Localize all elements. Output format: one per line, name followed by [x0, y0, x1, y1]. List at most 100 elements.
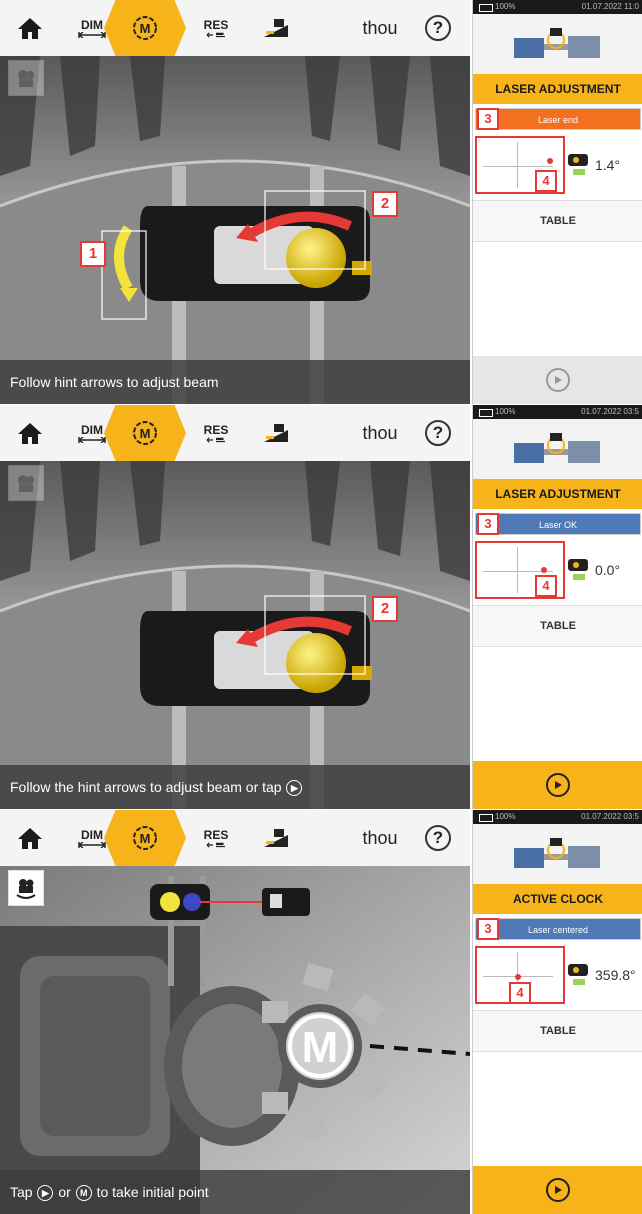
machine-thumbnail[interactable]: [473, 14, 642, 74]
sensor-inclinometer-icon: [568, 964, 588, 985]
help-icon: ?: [425, 15, 451, 41]
camera-view-icon: [18, 70, 34, 87]
next-button[interactable]: [473, 356, 642, 404]
right-panel: 100% 01.07.2022 03:5 LASER ADJUSTMENT La…: [472, 405, 642, 809]
measure-button[interactable]: M: [104, 0, 186, 56]
angle-value: 359.8°: [595, 967, 636, 983]
screen-active-clock: DIM M RES thou ? M Tap ▶ or M to take in…: [0, 810, 642, 1214]
home-icon: [18, 18, 42, 39]
machine-button[interactable]: [250, 810, 302, 866]
battery-level: 100%: [495, 407, 516, 416]
target-crosshair-v: [517, 547, 518, 593]
view-toggle-button[interactable]: [8, 870, 44, 906]
results-button[interactable]: RES: [192, 0, 240, 56]
dimension-arrows-icon: [78, 31, 106, 38]
status-bar: 100% 01.07.2022 03:5: [473, 405, 642, 419]
callout-badge: 3: [477, 108, 499, 130]
callout-badge: 1: [80, 241, 106, 267]
target-crosshair-h: [483, 166, 553, 167]
results-button[interactable]: RES: [192, 810, 240, 866]
home-button[interactable]: [6, 810, 54, 866]
measure-button[interactable]: M: [104, 405, 186, 461]
home-button[interactable]: [6, 405, 54, 461]
machine-thumbnail[interactable]: [473, 419, 642, 479]
dimension-arrows-icon: [78, 841, 106, 848]
results-arrows-icon: [206, 31, 225, 38]
table-button[interactable]: TABLE: [473, 1010, 642, 1052]
battery-level: 100%: [495, 2, 516, 11]
help-button[interactable]: ?: [418, 0, 458, 56]
svg-text:M: M: [140, 426, 151, 441]
callout-badge: 3: [477, 918, 499, 940]
screen-laser-ok: DIM M RES thou ? 2 Follow the hint arrow…: [0, 405, 642, 809]
callout-badge: 4: [535, 170, 557, 192]
svg-text:M: M: [140, 21, 151, 36]
camera-view-icon: [18, 475, 34, 492]
hint-suffix: to take initial point: [96, 1184, 209, 1200]
results-arrows-icon: [206, 841, 225, 848]
machine-train-icon: [514, 433, 600, 463]
unit-selector[interactable]: thou: [352, 0, 408, 56]
machine-button[interactable]: [250, 405, 302, 461]
screen-laser-end: DIM M RES thou ? 1 2 Follow hint arrows …: [0, 0, 642, 404]
hint-prefix: Tap: [10, 1184, 33, 1200]
panel-title: LASER ADJUSTMENT: [473, 479, 642, 509]
measure-button[interactable]: M: [104, 810, 186, 866]
home-button[interactable]: [6, 0, 54, 56]
angle-value: 1.4°: [595, 157, 621, 173]
next-button[interactable]: [473, 1166, 642, 1214]
top-toolbar: DIM M RES thou ?: [0, 0, 470, 56]
top-toolbar: DIM M RES thou ?: [0, 810, 470, 866]
play-icon: [546, 368, 570, 392]
unit-selector[interactable]: thou: [352, 810, 408, 866]
machine-scene-view[interactable]: M Tap ▶ or M to take initial point: [0, 866, 470, 1214]
measure-m-icon: M: [133, 16, 157, 40]
svg-text:M: M: [140, 831, 151, 846]
dim-label: DIM: [81, 422, 103, 437]
play-icon: [546, 1178, 570, 1202]
help-button[interactable]: ?: [418, 810, 458, 866]
play-hint-icon: ▶: [37, 1185, 54, 1202]
table-button[interactable]: TABLE: [473, 605, 642, 647]
results-button[interactable]: RES: [192, 405, 240, 461]
machine-train-icon: [514, 838, 600, 868]
laser-scene-view[interactable]: 1 2 Follow hint arrows to adjust beam: [0, 56, 470, 404]
hint-bar: Tap ▶ or M to take initial point: [0, 1170, 470, 1214]
help-button[interactable]: ?: [418, 405, 458, 461]
battery-icon: [479, 409, 493, 417]
laser-target-display: 4: [475, 541, 565, 599]
dimension-arrows-icon: [78, 436, 106, 443]
unit-selector[interactable]: thou: [352, 405, 408, 461]
laser-state-label: Laser centered: [475, 918, 641, 940]
machine-train-icon: [514, 28, 600, 58]
res-label: RES: [203, 422, 229, 437]
home-icon: [18, 828, 42, 849]
callout-badge: 4: [509, 982, 531, 1004]
camera-rotate-icon: [16, 879, 36, 899]
laser-state-label: Laser end: [475, 108, 641, 130]
laser-scene-view[interactable]: 2 Follow the hint arrows to adjust beam …: [0, 461, 470, 809]
panel-title: LASER ADJUSTMENT: [473, 74, 642, 104]
machine-button[interactable]: [250, 0, 302, 56]
callout-badge: 2: [372, 596, 398, 622]
next-button[interactable]: [473, 761, 642, 809]
view-toggle-button[interactable]: [8, 465, 44, 501]
res-label: RES: [203, 827, 229, 842]
status-datetime: 01.07.2022 03:5: [581, 812, 639, 821]
machine-thumbnail[interactable]: [473, 824, 642, 884]
right-panel: 100% 01.07.2022 11:0 LASER ADJUSTMENT La…: [472, 0, 642, 404]
right-panel: 100% 01.07.2022 03:5 ACTIVE CLOCK Laser …: [472, 810, 642, 1214]
hint-bar: Follow the hint arrows to adjust beam or…: [0, 765, 470, 809]
m-hint-icon: M: [75, 1185, 92, 1202]
laser-state-label: Laser OK: [475, 513, 641, 535]
sensor-inclinometer-icon: [568, 559, 588, 580]
panel-title: ACTIVE CLOCK: [473, 884, 642, 914]
inclination-readout: 0.0°: [567, 541, 641, 599]
view-toggle-button[interactable]: [8, 60, 44, 96]
laser-target-display: 4: [475, 946, 565, 1004]
hint-text: Follow the hint arrows to adjust beam or…: [10, 779, 282, 795]
table-button[interactable]: TABLE: [473, 200, 642, 242]
help-icon: ?: [425, 825, 451, 851]
dim-label: DIM: [81, 17, 103, 32]
machine-ramp-icon: [264, 19, 288, 37]
